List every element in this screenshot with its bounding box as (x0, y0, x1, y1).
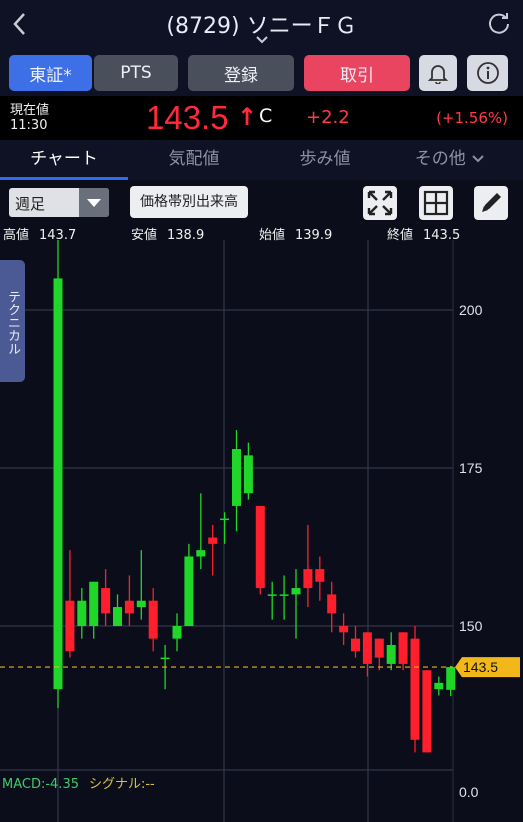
volume-by-price-button[interactable]: 価格帯別出来高 (130, 186, 248, 218)
candle-body (220, 518, 230, 521)
period-value: 週足 (15, 195, 46, 213)
triangle-down-icon (87, 199, 101, 207)
tab-other-label: その他 (414, 149, 466, 169)
candle-body (136, 600, 146, 608)
chevron-down-icon[interactable] (250, 34, 274, 46)
candle-body (77, 600, 87, 626)
candle-body (65, 600, 75, 652)
candle-body (124, 600, 134, 614)
candle-body (113, 607, 122, 626)
candle-body (208, 537, 218, 544)
candle-body (89, 581, 99, 626)
candle-body (160, 657, 170, 660)
draw-button[interactable] (474, 186, 508, 220)
candle-body (446, 667, 456, 690)
candle-body (291, 588, 301, 595)
dropdown-toggle[interactable] (79, 188, 109, 217)
info-icon (476, 62, 499, 84)
candle-body (362, 632, 372, 664)
register-button[interactable]: 登録 (188, 55, 294, 91)
macd-readout: MACD:-4.35 シグナル:-- (2, 773, 155, 792)
price-change-percent: (+1.56%) (436, 109, 508, 127)
y-tick-label: 175 (459, 460, 483, 476)
bell-icon (427, 65, 449, 84)
candle-body (410, 638, 420, 740)
pencil-icon (482, 193, 501, 212)
price-change: +2.2 (306, 107, 350, 128)
tab-chart[interactable]: チャート (0, 140, 128, 180)
candle-body (255, 505, 265, 589)
quote-row: 現在値 11:30 143.5 ↑ C +2.2 (+1.56%) (0, 96, 523, 140)
info-button[interactable] (467, 55, 508, 91)
refresh-icon[interactable] (485, 10, 513, 38)
grid-icon (423, 190, 449, 216)
candle-body (101, 588, 111, 614)
macd-value: MACD:-4.35 (2, 777, 79, 792)
action-buttons: 東証* PTS 登録 取引 (0, 50, 523, 96)
candle-body (196, 550, 206, 557)
tab-other[interactable]: その他 (400, 140, 500, 180)
signal-value: シグナル:-- (88, 777, 155, 792)
expand-icon (367, 190, 393, 216)
candle-body (232, 449, 241, 506)
up-arrow-icon: ↑ (237, 103, 258, 131)
candle-body (315, 569, 325, 582)
candle-body (267, 594, 277, 596)
current-price: 143.5 (146, 99, 229, 136)
alert-button[interactable] (419, 55, 457, 91)
candle-body (339, 626, 349, 633)
y-tick-label: 150 (459, 618, 483, 634)
tse-button[interactable]: 東証* (9, 55, 92, 91)
layout-button[interactable] (419, 186, 453, 220)
candle-body (422, 670, 432, 753)
candle-body (374, 638, 384, 658)
candlestick-chart[interactable]: 200 175 150 0.0 143.5 (0, 240, 523, 822)
tab-tick[interactable]: 歩み値 (260, 140, 390, 180)
trade-button[interactable]: 取引 (304, 55, 410, 91)
candle-body (148, 600, 158, 639)
candle-body (327, 594, 337, 614)
fullscreen-button[interactable] (363, 186, 397, 220)
tab-quotes[interactable]: 気配値 (128, 140, 260, 180)
candle-body (243, 455, 253, 494)
candle-body (172, 626, 182, 639)
macd-zero-tick-label: 0.0 (459, 784, 479, 800)
candle-body (184, 556, 194, 626)
period-select[interactable]: 週足 (9, 188, 109, 217)
candle-body (53, 278, 63, 690)
nav-tabs: チャート 気配値 歩み値 その他 (0, 140, 523, 180)
quote-time: 11:30 (10, 118, 48, 133)
candle-body (434, 682, 444, 690)
candle-body (386, 644, 396, 664)
chart-controls: 週足 価格帯別出来高 (0, 180, 523, 224)
current-price-label: 現在値 (10, 103, 50, 118)
candle-body (351, 638, 360, 652)
candle-body (279, 594, 289, 596)
top-bar: (8729) ソニーＦＧ (0, 0, 523, 50)
candle-body (303, 569, 313, 589)
pts-button[interactable]: PTS (94, 55, 178, 91)
technical-tab-label: テクニカル (5, 290, 20, 355)
close-flag: C (259, 105, 273, 127)
current-price-tag-label: 143.5 (463, 659, 498, 675)
technical-tab[interactable]: テクニカル (0, 260, 25, 382)
chevron-down-icon (472, 155, 484, 163)
candle-body (398, 632, 408, 664)
y-tick-label: 200 (459, 302, 483, 318)
